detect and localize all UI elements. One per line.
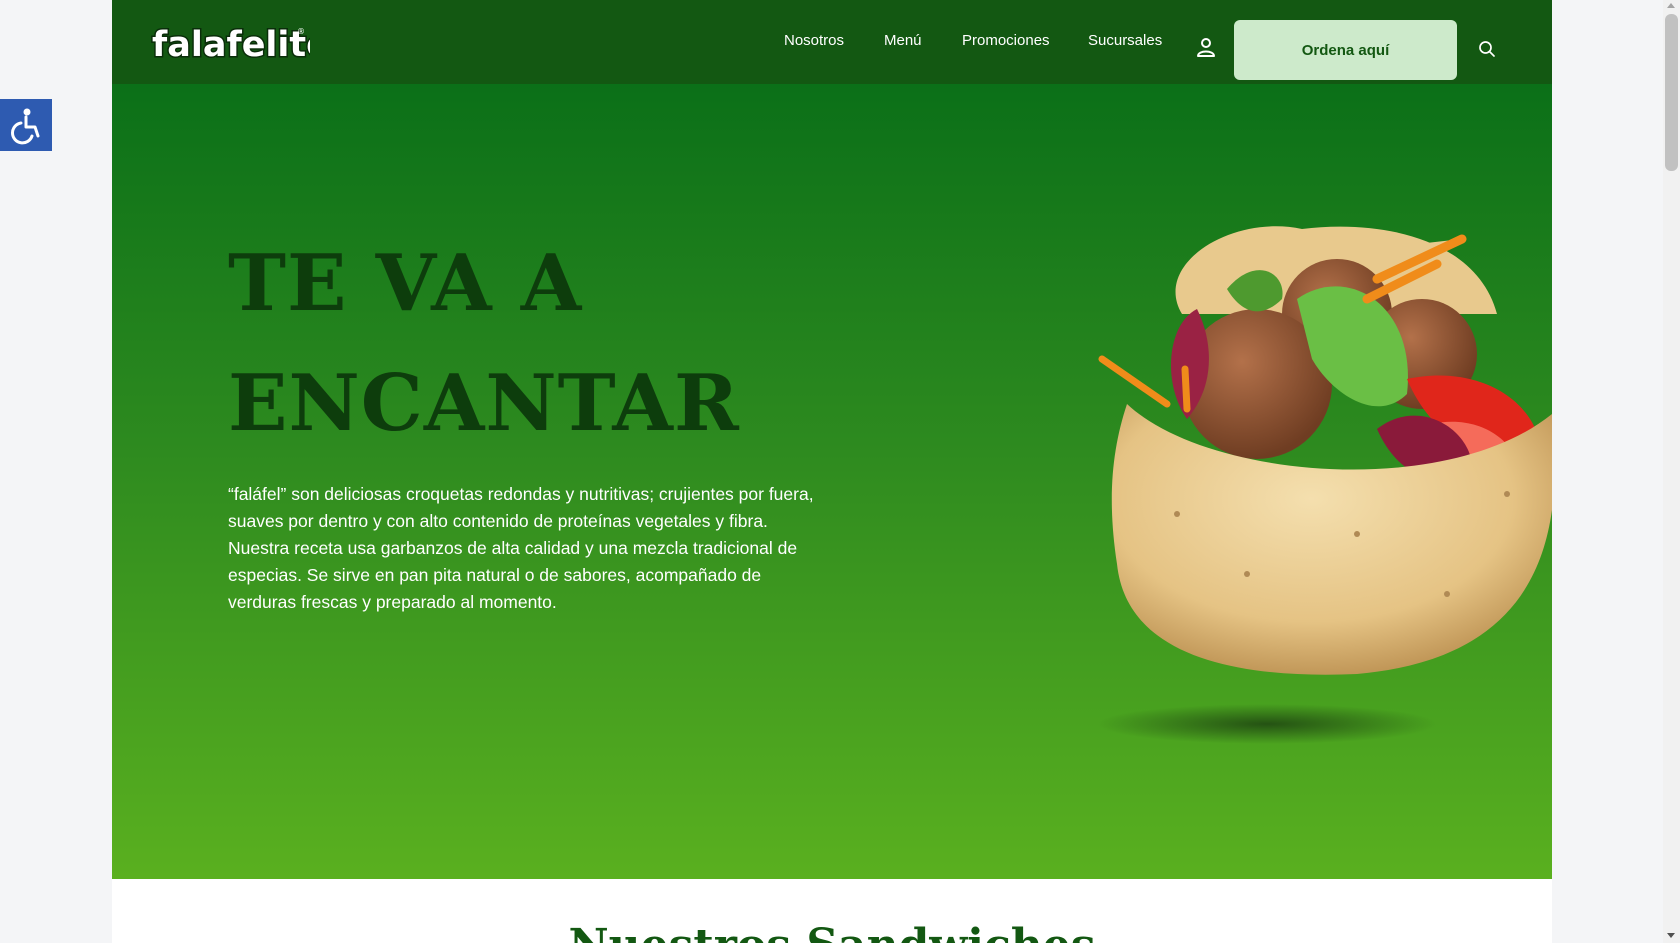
- page: falafelito ® Nosotros Menú Promociones S…: [112, 0, 1552, 943]
- nav-link-promociones[interactable]: Promociones: [962, 32, 1050, 49]
- sandwiches-section-title: Nuestros Sandwiches: [112, 920, 1552, 943]
- logo-text: falafelito: [152, 25, 310, 65]
- falafel-pita-image: [1097, 226, 1552, 744]
- top-navbar: falafelito ® Nosotros Menú Promociones S…: [112, 0, 1552, 84]
- falafelito-logo[interactable]: falafelito ®: [150, 18, 311, 67]
- hero-section: TE VA A ENCANTAR “faláfel” son deliciosa…: [112, 84, 1552, 879]
- nav-link-sucursales[interactable]: Sucursales: [1088, 32, 1162, 49]
- search-icon[interactable]: [1478, 40, 1496, 58]
- hero-title: TE VA A ENCANTAR: [228, 238, 740, 449]
- logo-trademark: ®: [297, 27, 305, 36]
- scroll-down-arrow-icon[interactable]: [1667, 933, 1675, 938]
- user-icon[interactable]: [1195, 36, 1217, 58]
- order-here-button[interactable]: Ordena aquí: [1234, 20, 1457, 80]
- scrollbar-thumb[interactable]: [1665, 14, 1678, 171]
- accessibility-icon: [11, 108, 40, 145]
- nav-link-nosotros[interactable]: Nosotros: [784, 32, 844, 49]
- hero-description: “faláfel” son deliciosas croquetas redon…: [228, 484, 814, 612]
- scroll-up-arrow-icon[interactable]: [1667, 3, 1675, 8]
- page-scrollbar[interactable]: [1663, 0, 1680, 943]
- accessibility-button[interactable]: [0, 99, 52, 151]
- nav-link-menu[interactable]: Menú: [884, 32, 922, 49]
